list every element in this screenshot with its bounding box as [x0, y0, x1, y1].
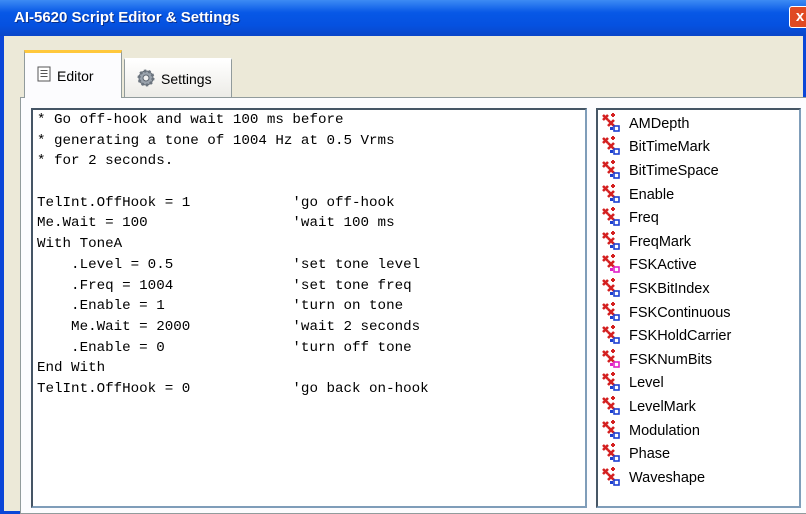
- property-label: Enable: [629, 186, 675, 203]
- property-list-item[interactable]: Modulation: [598, 419, 799, 443]
- property-list-item[interactable]: FreqMark: [598, 230, 799, 254]
- title-bar[interactable]: AI-5620 Script Editor & Settings x: [0, 0, 806, 36]
- property-list-item[interactable]: FSKNumBits: [598, 348, 799, 372]
- property-list-item[interactable]: AMDepth: [598, 112, 799, 136]
- property-label: Phase: [629, 446, 671, 463]
- script-editor-window: AI-5620 Script Editor & Settings x Edito…: [0, 0, 806, 514]
- code-line: * for 2 seconds.: [37, 153, 174, 170]
- property-list-item[interactable]: BitTimeMark: [598, 136, 799, 160]
- property-label: Waveshape: [629, 469, 706, 486]
- property-label: BitTimeSpace: [629, 162, 719, 179]
- close-icon: x: [795, 8, 805, 25]
- tab-editor-label: Editor: [57, 67, 94, 84]
- property-icon: [598, 183, 629, 207]
- property-icon: [598, 230, 629, 254]
- property-list-item[interactable]: Waveshape: [598, 466, 799, 490]
- window-title: AI-5620 Script Editor & Settings: [14, 9, 240, 26]
- code-line: TelInt.OffHook = 1 'go off-hook: [37, 194, 395, 211]
- property-list-item[interactable]: BitTimeSpace: [598, 159, 799, 183]
- tab-editor[interactable]: Editor: [24, 50, 122, 98]
- code-line: * generating a tone of 1004 Hz at 0.5 Vr…: [37, 132, 395, 149]
- property-label: Modulation: [629, 422, 700, 439]
- code-line: .Freq = 1004 'set tone freq: [37, 277, 412, 294]
- code-line: .Enable = 0 'turn off tone: [37, 339, 412, 356]
- property-label: FSKNumBits: [629, 351, 712, 368]
- property-icon: [598, 395, 629, 419]
- property-list-item[interactable]: LevelMark: [598, 395, 799, 419]
- property-icon: [598, 301, 629, 325]
- property-icon: [598, 135, 629, 159]
- property-label: Level: [629, 375, 664, 392]
- property-list-item[interactable]: Phase: [598, 442, 799, 466]
- property-label: FSKHoldCarrier: [629, 328, 732, 345]
- property-icon: [598, 466, 629, 490]
- property-icon: [598, 419, 629, 443]
- property-icon: [598, 277, 629, 301]
- property-label: Freq: [629, 210, 659, 227]
- property-label: AMDepth: [629, 115, 690, 132]
- code-line: TelInt.OffHook = 0 'go back on-hook: [37, 380, 429, 397]
- tab-settings[interactable]: Settings: [124, 58, 232, 98]
- script-editor[interactable]: * Go off-hook and wait 100 ms before * g…: [31, 108, 587, 508]
- property-list-item[interactable]: FSKActive: [598, 254, 799, 278]
- property-label: FSKContinuous: [629, 304, 731, 321]
- gear-icon: [137, 69, 155, 90]
- code-line: Me.Wait = 100 'wait 100 ms: [37, 215, 395, 232]
- property-list-item[interactable]: Level: [598, 372, 799, 396]
- property-icon: [598, 371, 629, 395]
- code-line: .Enable = 1 'turn on tone: [37, 298, 404, 315]
- document-icon: [37, 66, 51, 85]
- property-list-item[interactable]: Enable: [598, 183, 799, 207]
- close-button[interactable]: x: [789, 6, 806, 28]
- property-label: BitTimeMark: [629, 139, 710, 156]
- property-label: FSKActive: [629, 257, 697, 274]
- readonly-property-icon: [598, 348, 629, 372]
- property-list[interactable]: AMDepth BitTimeMark BitTimeSpace Enable Freq…: [596, 108, 801, 508]
- property-list-item[interactable]: Freq: [598, 206, 799, 230]
- property-icon: [598, 324, 629, 348]
- property-icon: [598, 112, 629, 136]
- property-label: LevelMark: [629, 398, 696, 415]
- code-line: End With: [37, 360, 106, 377]
- property-icon: [598, 206, 629, 230]
- property-icon: [598, 159, 629, 183]
- readonly-property-icon: [598, 253, 629, 277]
- property-list-item[interactable]: FSKContinuous: [598, 301, 799, 325]
- code-line: With ToneA: [37, 236, 123, 253]
- property-list-item[interactable]: FSKBitIndex: [598, 277, 799, 301]
- code-line: * Go off-hook and wait 100 ms before: [37, 112, 344, 128]
- property-list-item[interactable]: FSKHoldCarrier: [598, 324, 799, 348]
- property-label: FreqMark: [629, 233, 692, 250]
- code-line: Me.Wait = 2000 'wait 2 seconds: [37, 318, 421, 335]
- tab-settings-label: Settings: [161, 71, 212, 87]
- property-icon: [598, 442, 629, 466]
- editor-panel: * Go off-hook and wait 100 ms before * g…: [20, 97, 806, 514]
- property-label: FSKBitIndex: [629, 280, 710, 297]
- code-line: .Level = 0.5 'set tone level: [37, 256, 421, 273]
